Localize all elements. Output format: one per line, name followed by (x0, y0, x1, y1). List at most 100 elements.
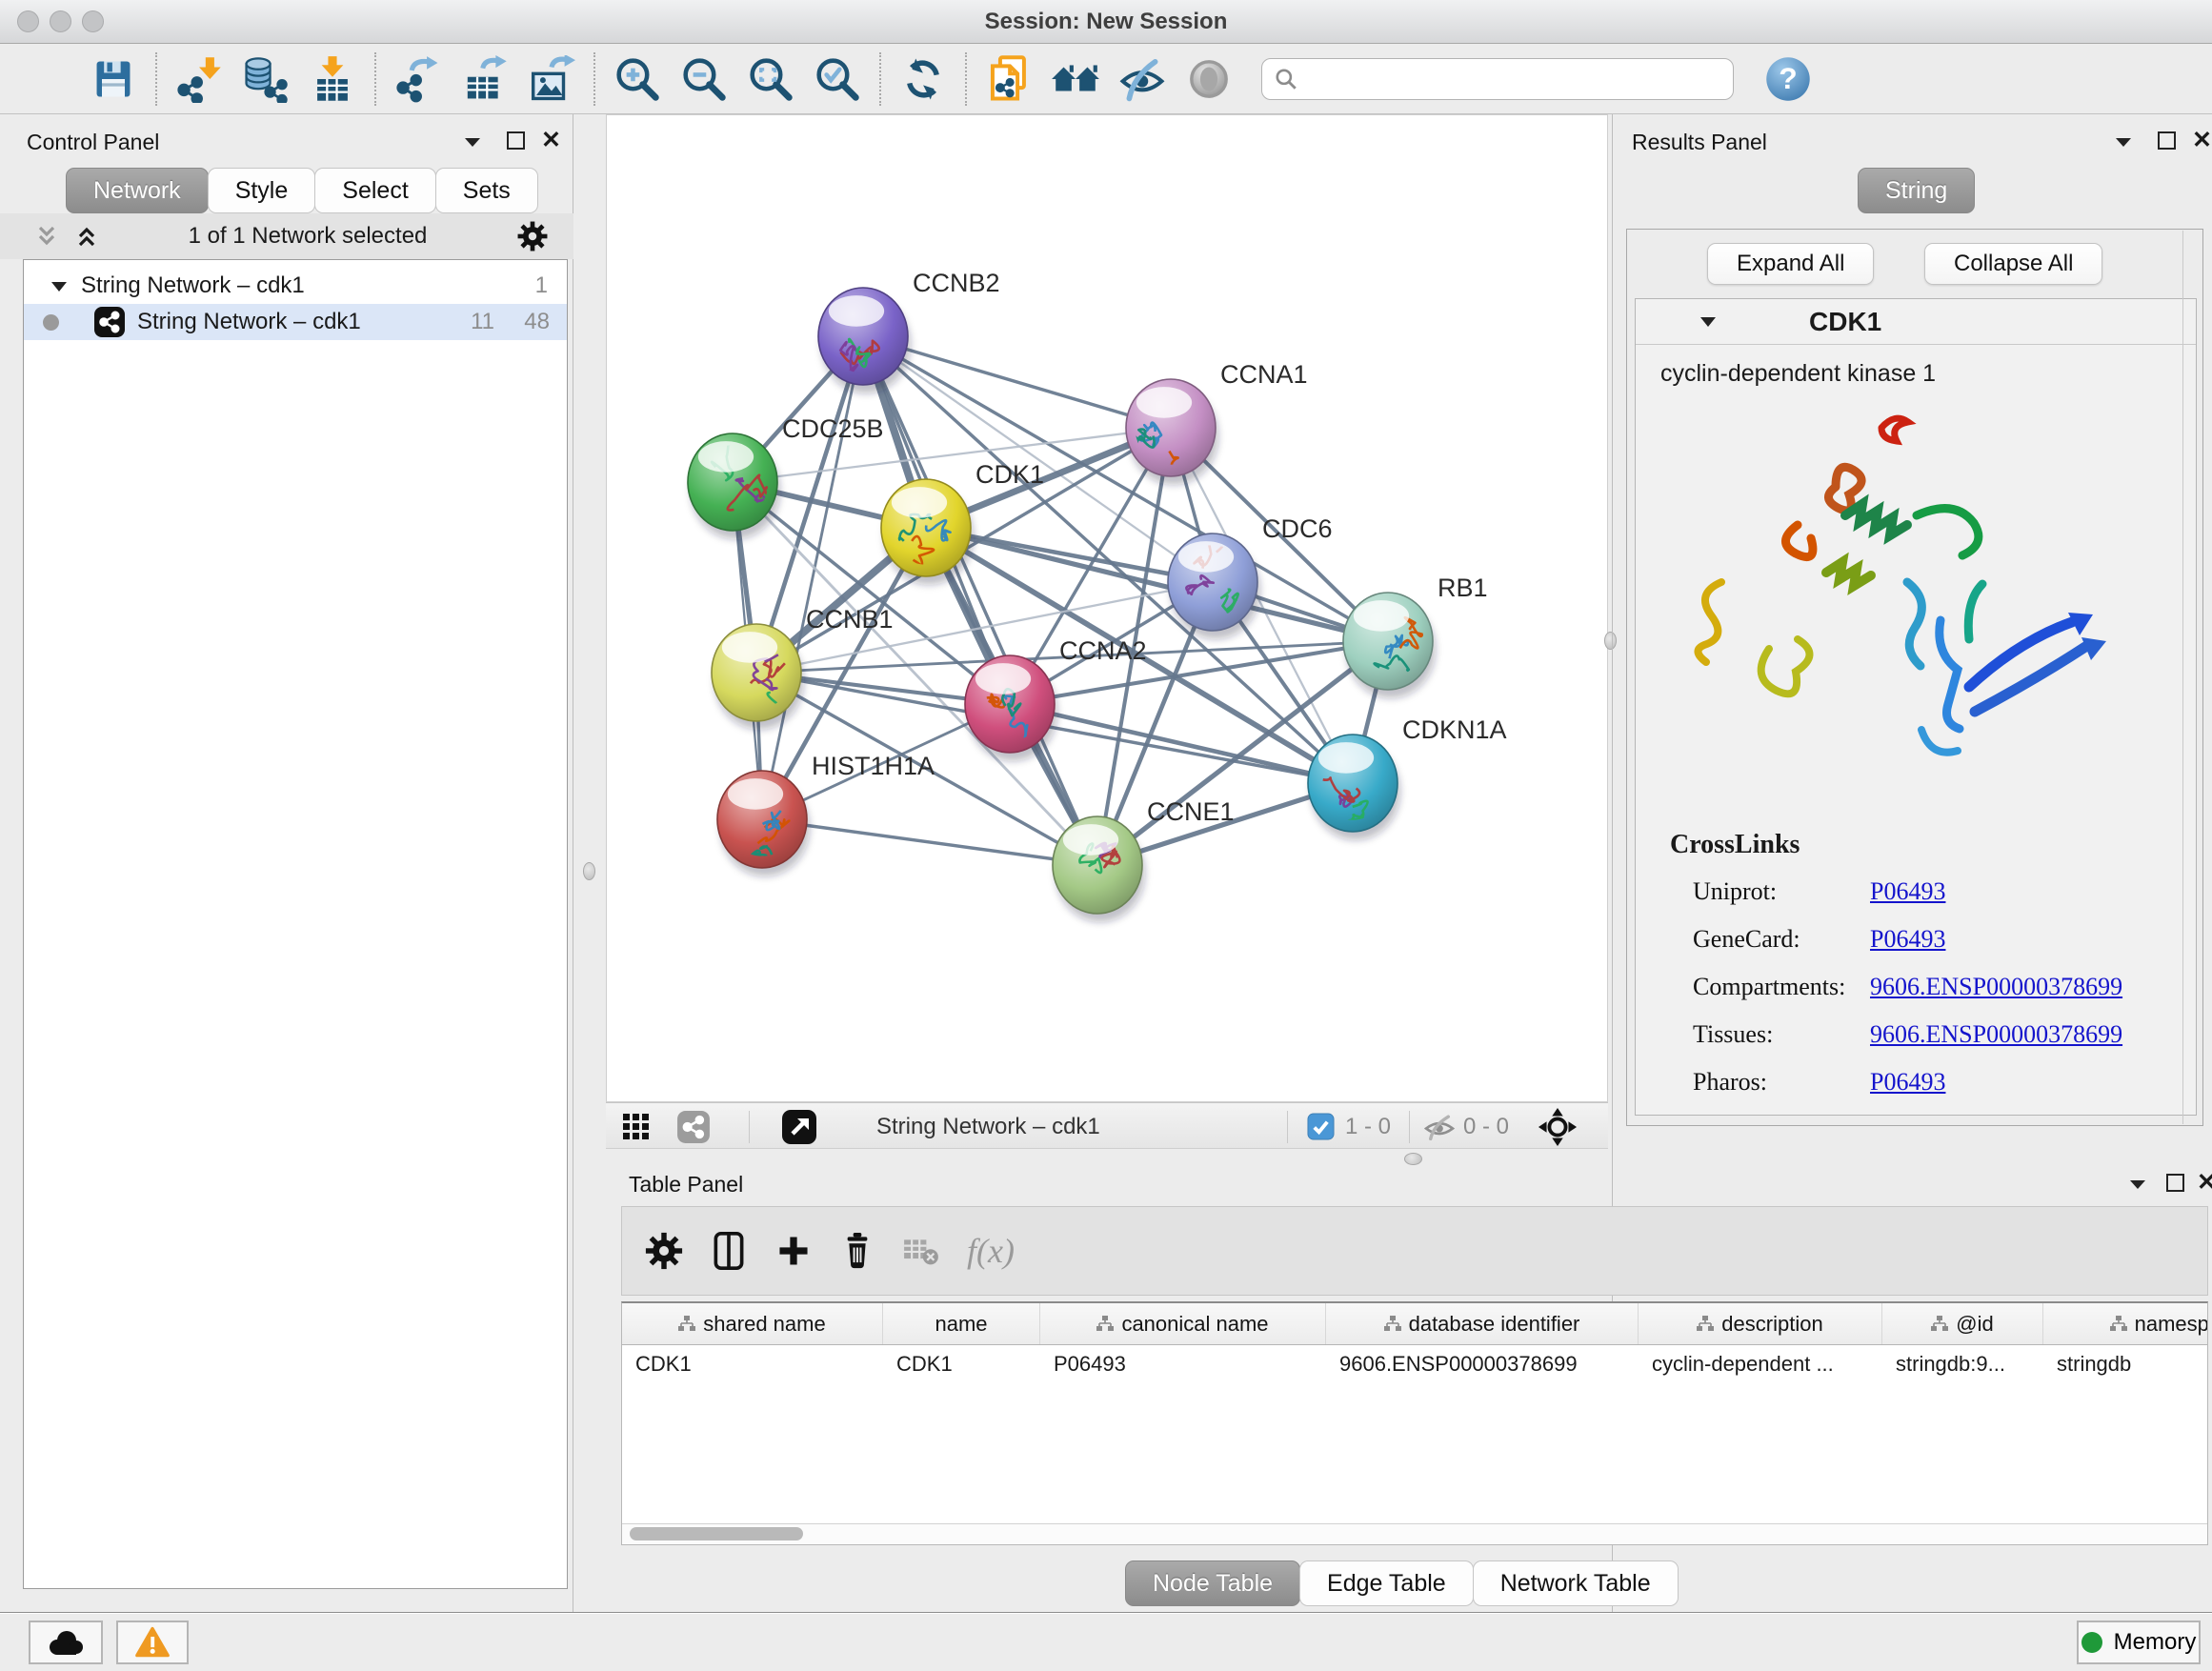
tab-network-table[interactable]: Network Table (1473, 1560, 1679, 1606)
save-session-button[interactable] (80, 48, 147, 111)
network-node-RB1[interactable]: RB1 (1343, 574, 1488, 698)
table-cell[interactable]: CDK1 (883, 1352, 1040, 1377)
table-cell[interactable]: CDK1 (622, 1352, 883, 1377)
node-label: HIST1H1A (812, 752, 935, 780)
network-node-CDK1[interactable]: CDK1 (881, 460, 1044, 585)
network-app-icon[interactable] (676, 1110, 711, 1144)
table-row[interactable]: CDK1CDK1P064939606.ENSP00000378699cyclin… (622, 1345, 2207, 1383)
table-panel-float-icon[interactable] (2166, 1174, 2184, 1192)
control-panel-close-icon[interactable]: ✕ (541, 126, 561, 154)
clone-network-button[interactable] (975, 48, 1042, 111)
expand-all-icon[interactable] (74, 224, 99, 249)
crosslink-value[interactable]: 9606.ENSP00000378699 (1870, 973, 2122, 1001)
open-session-button[interactable] (13, 48, 80, 111)
memory-button[interactable]: Memory (2077, 1621, 2201, 1664)
column-header-shared-name[interactable]: shared name (622, 1303, 883, 1344)
network-node-CCNE1[interactable]: CCNE1 (1053, 797, 1235, 922)
results-panel-close-icon[interactable]: ✕ (2192, 126, 2212, 154)
network-node-CCNB2[interactable]: CCNB2 (818, 269, 1000, 393)
column-header-description[interactable]: description (1639, 1303, 1882, 1344)
column-header-database-identifier[interactable]: database identifier (1326, 1303, 1639, 1344)
table-cell[interactable]: 9606.ENSP00000378699 (1326, 1352, 1639, 1377)
hidden-count: 0 - 0 (1463, 1114, 1509, 1140)
update-network-button[interactable] (890, 48, 956, 111)
crosslink-row: Tissues:9606.ENSP00000378699 (1693, 1011, 2196, 1058)
help-button[interactable]: ? (1755, 48, 1821, 111)
tab-string[interactable]: String (1858, 168, 1975, 213)
birds-eye-crosshair-icon[interactable] (1538, 1107, 1578, 1147)
gene-section-header[interactable]: CDK1 (1636, 299, 2196, 345)
network-collection-row[interactable]: String Network – cdk1 1 (24, 268, 567, 304)
table-cell[interactable]: stringdb (2043, 1352, 2208, 1377)
control-panel-menu-icon[interactable] (463, 135, 482, 149)
toolbar-separator (374, 52, 376, 106)
crosslink-value[interactable]: P06493 (1870, 877, 1945, 906)
results-panel-float-icon[interactable] (2158, 131, 2176, 150)
window-zoom-button[interactable] (82, 10, 104, 32)
export-table-button[interactable] (452, 48, 518, 111)
collapse-all-button[interactable]: Collapse All (1924, 243, 2102, 285)
show-columns-icon[interactable] (710, 1230, 748, 1272)
table-horizontal-scrollbar[interactable] (622, 1523, 2207, 1544)
left-divider-grip[interactable] (583, 862, 595, 880)
crosslink-value[interactable]: P06493 (1870, 1068, 1945, 1097)
column-header-name[interactable]: name (883, 1303, 1040, 1344)
column-header-canonical-name[interactable]: canonical name (1040, 1303, 1326, 1344)
disclosure-triangle-icon[interactable] (1699, 315, 1718, 329)
control-panel-float-icon[interactable] (507, 131, 525, 150)
hidden-eye-slash-icon[interactable] (1423, 1111, 1456, 1143)
tab-style[interactable]: Style (208, 168, 316, 213)
expand-all-button[interactable]: Expand All (1707, 243, 1874, 285)
grid-view-icon[interactable] (621, 1112, 652, 1142)
network-node-CDKN1A[interactable]: CDKN1A (1308, 715, 1507, 840)
network-row-selected[interactable]: String Network – cdk1 11 48 (24, 304, 567, 340)
table-settings-gear-icon[interactable] (645, 1232, 683, 1270)
tab-select[interactable]: Select (314, 168, 435, 213)
table-cell[interactable]: stringdb:9... (1882, 1352, 2043, 1377)
zoom-out-button[interactable] (671, 48, 737, 111)
network-node-HIST1H1A[interactable]: HIST1H1A (717, 752, 935, 876)
column-header-namespace[interactable]: namespace (2043, 1303, 2208, 1344)
show-all-button[interactable] (1176, 48, 1242, 111)
export-image-button[interactable] (518, 48, 585, 111)
disclosure-triangle-icon[interactable] (50, 280, 68, 292)
hide-selected-button[interactable] (1109, 48, 1176, 111)
import-table-button[interactable] (299, 48, 366, 111)
tab-edge-table[interactable]: Edge Table (1299, 1560, 1474, 1606)
results-content-frame: Expand All Collapse All CDK1 cyclin-depe… (1626, 229, 2203, 1126)
search-input[interactable] (1298, 67, 1699, 91)
selected-checkbox-icon[interactable] (1307, 1113, 1335, 1140)
results-scroll-track[interactable] (2182, 231, 2183, 1124)
tab-node-table[interactable]: Node Table (1125, 1560, 1300, 1606)
network-node-CCNA1[interactable]: CCNA1 (1126, 360, 1308, 485)
warnings-button[interactable] (116, 1621, 189, 1664)
results-panel-menu-icon[interactable] (2114, 135, 2133, 149)
collapse-all-icon[interactable] (34, 224, 59, 249)
add-column-icon[interactable] (774, 1232, 813, 1270)
column-header--id[interactable]: @id (1882, 1303, 2043, 1344)
table-cell[interactable]: P06493 (1040, 1352, 1326, 1377)
open-in-window-icon[interactable] (781, 1109, 817, 1145)
first-neighbors-button[interactable] (1042, 48, 1109, 111)
table-cell[interactable]: cyclin-dependent ... (1639, 1352, 1882, 1377)
network-canvas[interactable]: CCNB2CCNA1CDC25BCDK1CDC6RB1CCNB1CCNA2CDK… (606, 114, 1608, 1102)
gear-icon[interactable] (516, 220, 549, 252)
window-close-button[interactable] (17, 10, 39, 32)
network-node-CDC25B[interactable]: CDC25B (688, 414, 884, 539)
table-panel-close-icon[interactable]: ✕ (2197, 1168, 2212, 1197)
zoom-fit-button[interactable] (737, 48, 804, 111)
import-database-button[interactable] (232, 48, 299, 111)
delete-column-trash-icon[interactable] (839, 1231, 875, 1271)
export-network-button[interactable] (385, 48, 452, 111)
import-network-button[interactable] (166, 48, 232, 111)
scrollbar-thumb[interactable] (630, 1527, 803, 1540)
tab-sets[interactable]: Sets (435, 168, 538, 213)
zoom-in-button[interactable] (604, 48, 671, 111)
window-minimize-button[interactable] (50, 10, 71, 32)
tab-network[interactable]: Network (66, 168, 209, 213)
crosslink-value[interactable]: P06493 (1870, 925, 1945, 954)
automation-cloud-button[interactable] (29, 1621, 103, 1664)
table-panel-menu-icon[interactable] (2128, 1178, 2147, 1191)
zoom-selected-button[interactable] (804, 48, 871, 111)
crosslink-value[interactable]: 9606.ENSP00000378699 (1870, 1020, 2122, 1049)
